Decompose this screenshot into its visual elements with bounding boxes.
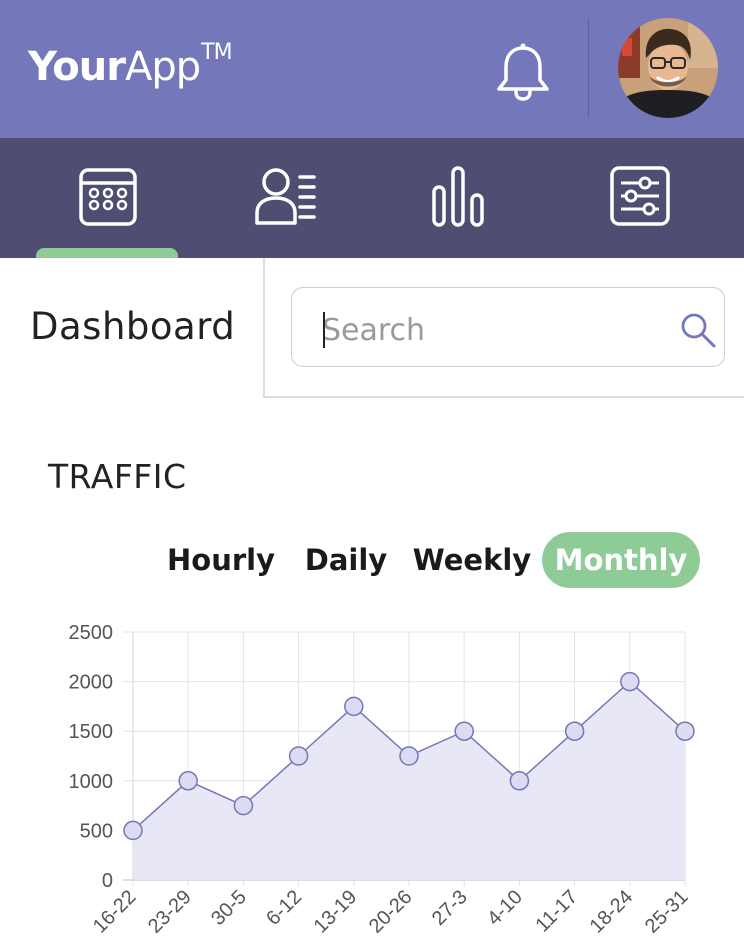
range-tabs: Hourly Daily Weekly Monthly [0,532,744,588]
contacts-list-icon [254,165,318,231]
data-point [509,771,530,791]
page-title: Dashboard [30,305,236,348]
data-point [675,721,695,741]
traffic-title: TRAFFIC [48,457,187,496]
data-point [454,721,474,741]
x-tick-label: 20-26 [365,886,417,938]
x-tick-label: 23-29 [144,886,196,938]
user-avatar[interactable] [618,18,718,118]
search-panel [263,258,744,398]
x-tick-label: 13-19 [310,886,362,938]
app-header: YourAppTM [0,0,744,138]
x-tick-label: 18-24 [586,886,638,938]
page-subheader: Dashboard [0,258,744,398]
traffic-chart-svg: 0 500 1000 1500 2000 2500 16-22 23-29 30-5 6-12 13… [69,622,695,938]
data-point [399,746,419,766]
y-tick-label: 1500 [69,721,114,743]
logo-trademark: TM [201,40,232,65]
calendar-icon [78,165,138,231]
nav-item-calendar[interactable] [48,138,168,258]
y-tick-label: 2500 [69,622,114,644]
x-tick-label: 4-10 [483,886,527,930]
data-point [233,795,254,816]
x-tick-label: 25-31 [641,886,693,938]
sliders-icon [609,165,671,231]
y-tick-label: 0 [102,870,113,892]
text-caret [323,312,325,348]
main-nav [0,138,744,258]
tab-weekly[interactable]: Weekly [410,532,534,588]
header-divider [588,18,589,118]
x-tick-label: 16-22 [89,886,141,938]
data-point [620,671,640,692]
y-tick-label: 500 [80,820,113,842]
nav-item-contacts[interactable] [226,138,346,258]
logo-regular-text: App [124,44,201,90]
bar-chart-icon [431,165,485,231]
tab-hourly[interactable]: Hourly [160,532,282,588]
search-icon[interactable] [678,310,718,350]
x-tick-label: 30-5 [207,886,251,930]
data-point [123,820,143,841]
nav-active-indicator [36,248,178,258]
traffic-chart: 0 500 1000 1500 2000 2500 16-22 23-29 30-5 6-12 13… [0,610,744,944]
y-tick-label: 2000 [69,672,114,694]
logo-bold-text: Your [28,44,126,90]
x-tick-label: 27-3 [428,886,472,930]
data-point [344,696,364,717]
x-tick-label: 11-17 [531,886,582,937]
tab-daily[interactable]: Daily [296,532,396,588]
data-point [178,771,198,791]
search-box[interactable] [291,287,725,367]
y-tick-label: 1000 [69,771,114,793]
tab-monthly[interactable]: Monthly [542,532,700,588]
data-point [288,746,309,766]
nav-item-settings[interactable] [580,138,700,258]
nav-item-reports[interactable] [398,138,518,258]
bell-icon[interactable] [492,40,554,102]
app-logo[interactable]: YourAppTM [28,40,233,90]
search-input[interactable] [322,310,662,350]
data-point [564,721,585,741]
x-tick-label: 6-12 [262,886,306,930]
